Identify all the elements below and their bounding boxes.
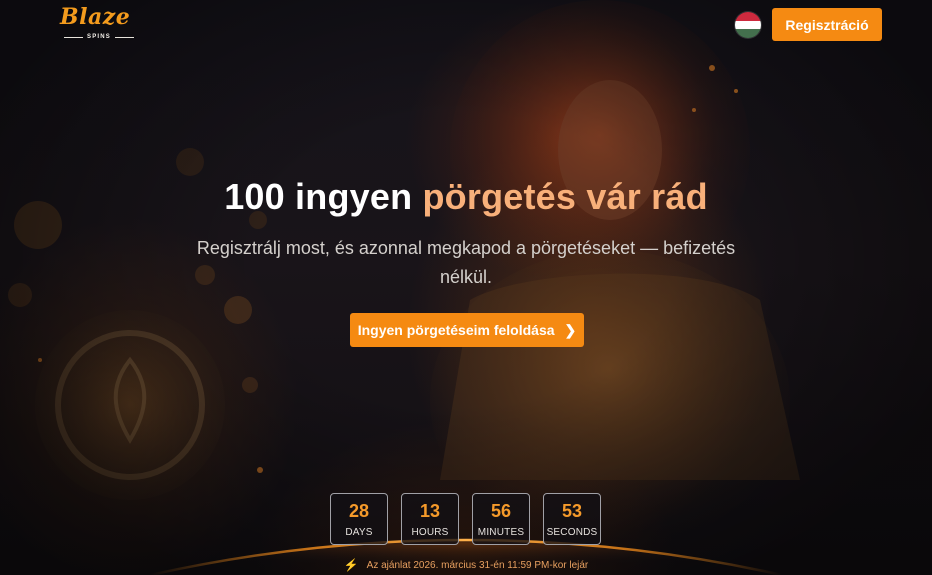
countdown-value: 28 bbox=[348, 500, 370, 521]
countdown-days: 28 DAYS bbox=[330, 493, 388, 545]
countdown-label: SECONDS bbox=[546, 526, 598, 538]
countdown-value: 56 bbox=[490, 500, 512, 521]
logo-subtitle: SPINS bbox=[64, 34, 135, 40]
logo-subtitle-text: SPINS bbox=[87, 34, 112, 40]
cta-label: Ingyen pörgetéseim feloldása bbox=[357, 322, 555, 338]
offer-expiry-notice: ⚡ Az ajánlat 2026. március 31-én 11:59 P… bbox=[0, 558, 932, 572]
countdown-hours: 13 HOURS bbox=[401, 493, 459, 545]
offer-expiry-text: Az ajánlat 2026. március 31-én 11:59 PM-… bbox=[366, 559, 589, 571]
chevron-right-icon: ❯ bbox=[564, 321, 577, 338]
brand-logo[interactable]: Blaze SPINS bbox=[58, 4, 138, 44]
logo-wordmark: Blaze bbox=[60, 4, 131, 30]
headline-accent: pörgetés vár rád bbox=[422, 176, 708, 217]
countdown-value: 53 bbox=[561, 500, 583, 521]
register-button[interactable]: Regisztráció bbox=[772, 8, 882, 41]
countdown-value: 13 bbox=[419, 500, 441, 521]
headline-main: 100 ingyen bbox=[224, 176, 423, 217]
lightning-bolt-icon: ⚡ bbox=[343, 558, 359, 572]
unlock-free-spins-button[interactable]: Ingyen pörgetéseim feloldása ❯ bbox=[350, 313, 584, 347]
countdown-label: MINUTES bbox=[477, 526, 525, 538]
hero-subtitle: Regisztrálj most, és azonnal megkapod a … bbox=[196, 238, 736, 287]
landing-page: Blaze SPINS Regisztráció 100 ingyen pörg… bbox=[0, 0, 932, 575]
countdown-timer: 28 DAYS 13 HOURS 56 MINUTES 53 SECONDS bbox=[330, 493, 601, 545]
countdown-seconds: 53 SECONDS bbox=[543, 493, 601, 545]
countdown-label: DAYS bbox=[345, 526, 373, 538]
countdown-minutes: 56 MINUTES bbox=[472, 493, 530, 545]
countdown-label: HOURS bbox=[411, 526, 449, 538]
hungary-flag-icon[interactable] bbox=[735, 12, 761, 38]
hero-headline: 100 ingyen pörgetés vár rád bbox=[0, 176, 932, 218]
